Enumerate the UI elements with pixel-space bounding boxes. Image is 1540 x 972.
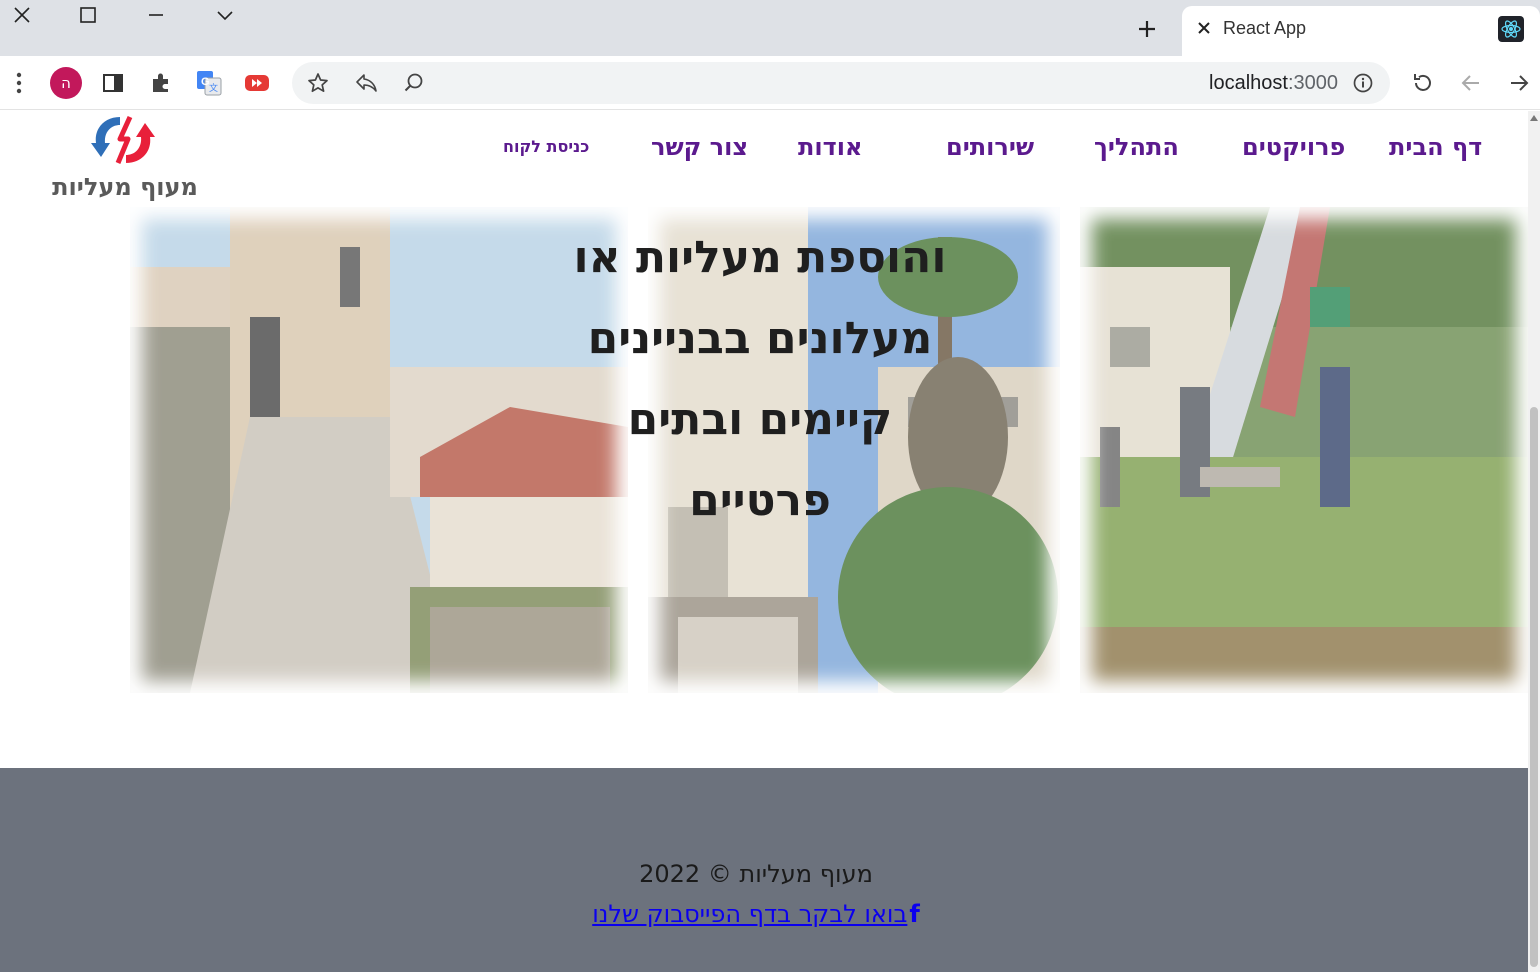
reload-icon [1414,74,1431,91]
address-bar[interactable]: localhost:3000 [292,62,1390,104]
nav-client-login[interactable]: כניסת לקוח [503,137,589,156]
minimize-window-button[interactable] [134,0,178,30]
svg-text:文: 文 [209,82,218,94]
page-viewport: מעוף מעליות כניסת לקוח צור קשר אודות שיר… [0,111,1528,972]
browser-tab-bar: React App [0,0,1540,56]
nav-contact[interactable]: צור קשר [651,133,748,161]
hero-photo-install [1080,207,1528,693]
google-translate-extension[interactable]: G文 [192,66,226,100]
facebook-link-text: בואו לבקר בדף הפייסבוק שלנו [592,900,908,928]
hero-line: מעלונים בבניינים [587,313,933,364]
close-window-button[interactable] [0,0,44,30]
bookmark-button[interactable] [301,66,335,100]
logo-text: מעוף מעליות [52,173,198,201]
back-button[interactable] [1454,66,1488,100]
tab-close-button[interactable] [1194,18,1214,38]
close-icon [14,7,30,23]
find-button[interactable] [397,66,431,100]
forward-button[interactable] [1502,66,1536,100]
side-panel-icon [103,74,123,92]
logo-arrows-icon [91,115,155,164]
hero-line: והוספת מעליות או [573,232,947,283]
hero-headline: והוספת מעליות או מעלונים בבניינים קיימים… [550,217,970,541]
arrow-right-icon [1511,75,1529,91]
hero-line: קיימים ובתים [627,394,893,445]
extensions-button[interactable] [144,66,178,100]
nav-home[interactable]: דף הבית [1389,133,1482,161]
chevron-down-icon [217,11,233,21]
share-button[interactable] [349,66,383,100]
star-icon [308,73,328,93]
tab-title: React App [1223,18,1307,38]
hero-line: פרטיים [689,475,831,526]
browser-menu-button[interactable] [2,66,36,100]
nav-services[interactable]: שירותים [946,133,1034,161]
react-logo-icon [1498,16,1524,42]
page-scrollbar[interactable] [1528,111,1540,972]
site-info-button[interactable] [1346,66,1380,100]
share-icon [356,74,377,92]
avatar: ה [50,67,82,99]
nav-projects[interactable]: פרויקטים [1242,133,1345,161]
side-panel-button[interactable] [96,66,130,100]
facebook-icon: f [909,900,920,928]
site-header: מעוף מעליות כניסת לקוח צור קשר אודות שיר… [0,111,1528,207]
url-port: :3000 [1287,72,1338,94]
scroll-up-arrow[interactable] [1530,115,1538,121]
scrollbar-thumb[interactable] [1530,407,1538,967]
arrow-left-icon [1461,75,1479,91]
info-icon [1353,73,1373,93]
zoom-search-icon [404,73,423,92]
url-text: localhost:3000 [1209,72,1338,95]
plus-icon [1139,21,1155,37]
more-vertical-icon [16,72,22,94]
site-footer: מעוף מעליות © 2022 fבואו לבקר בדף הפייסב… [0,768,1528,972]
browser-tab[interactable]: React App [1182,6,1540,56]
profile-button[interactable]: ה [49,66,83,100]
tab-search-button[interactable] [203,0,247,30]
hero-section: והוספת מעליות או מעלונים בבניינים קיימים… [130,207,1528,699]
minimize-icon [149,14,163,16]
copyright-text: מעוף מעליות © 2022 [639,860,873,888]
url-host: localhost [1209,72,1288,94]
translate-icon: G文 [197,71,222,96]
new-tab-button[interactable] [1132,14,1162,44]
browser-toolbar: ה G文 localhost:3000 [0,56,1540,110]
maximize-window-button[interactable] [66,0,110,30]
nav-process[interactable]: התהליך [1094,133,1179,161]
site-logo[interactable]: מעוף מעליות [40,113,210,207]
youtube-icon [245,75,269,91]
puzzle-icon [153,73,168,92]
maximize-icon [80,7,96,23]
facebook-link[interactable]: fבואו לבקר בדף הפייסבוק שלנו [0,900,1512,928]
close-icon [1198,22,1210,34]
reload-button[interactable] [1406,66,1440,100]
nav-about[interactable]: אודות [798,133,862,161]
youtube-extension[interactable] [240,66,274,100]
